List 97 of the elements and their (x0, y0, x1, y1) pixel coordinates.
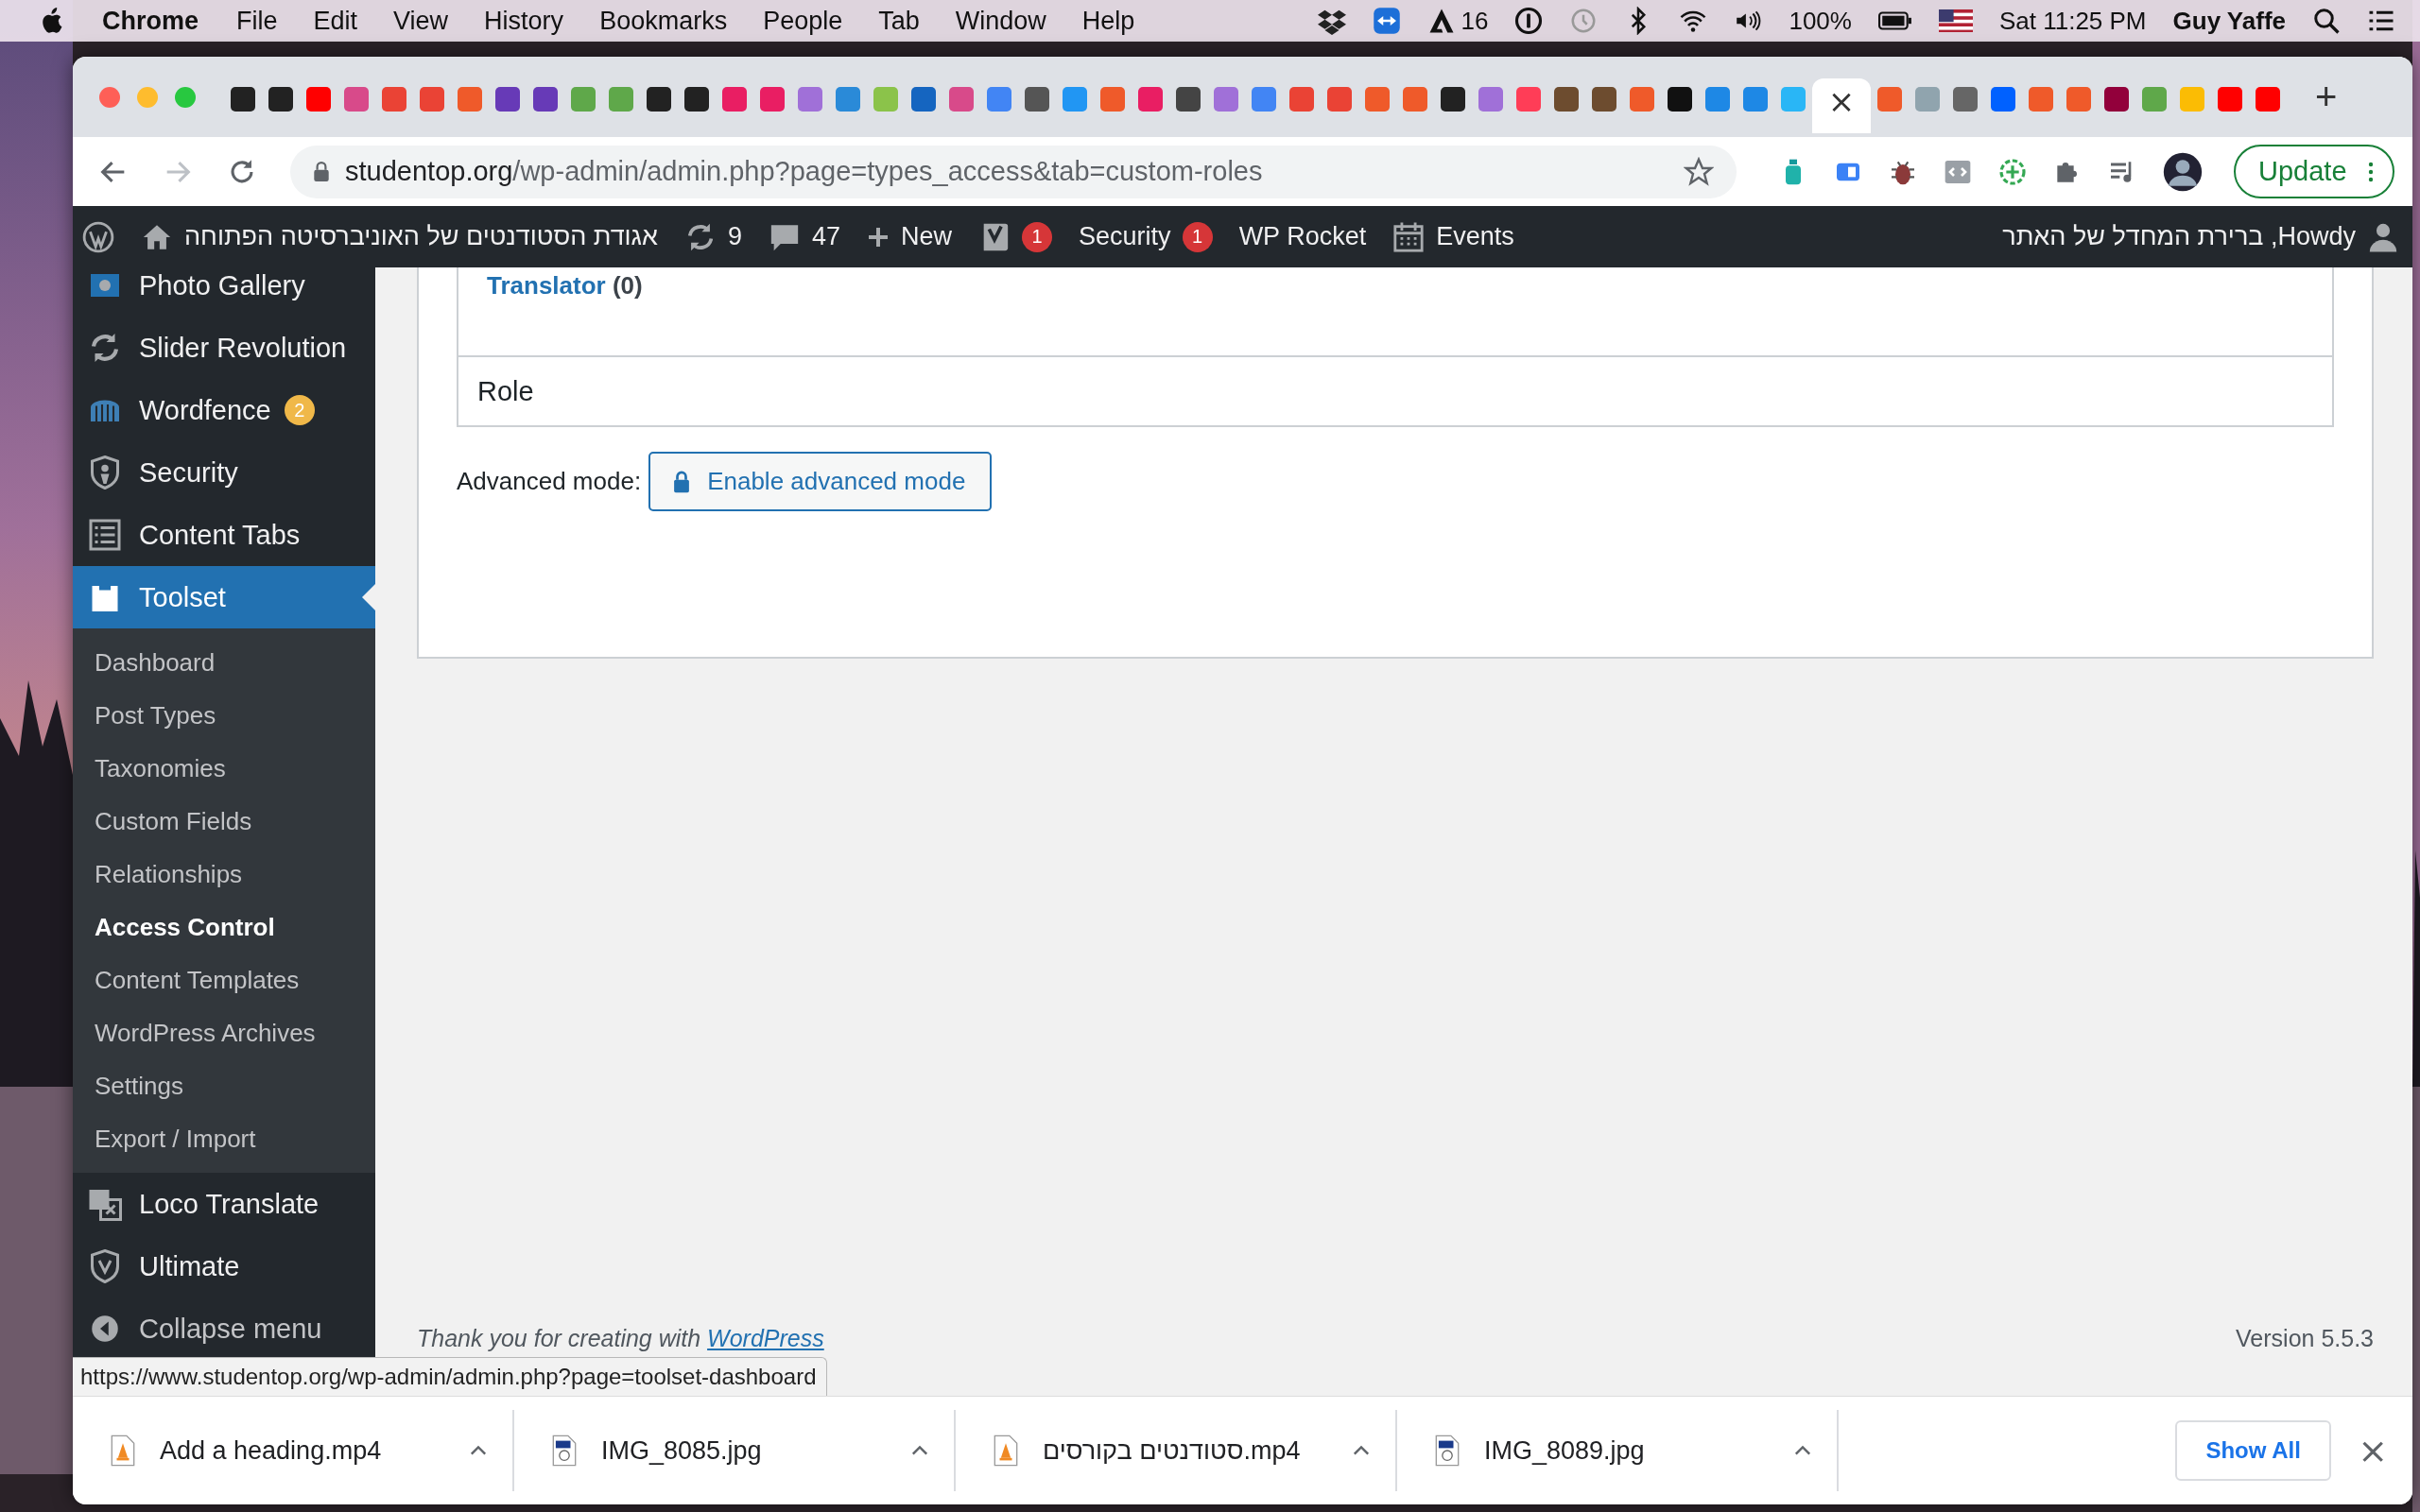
caret-icon[interactable] (1793, 1445, 1812, 1456)
flag-icon[interactable] (1938, 9, 1973, 32)
list-icon (88, 518, 122, 552)
download-filename: סטודנטים בקורסים.mp4 (1043, 1435, 1301, 1466)
site-name-link[interactable]: אגודת הסטודנטים של האוניברסיטה הפתוחה (184, 222, 658, 251)
menu-item[interactable]: History (484, 6, 564, 36)
role-link[interactable]: Translator (487, 271, 606, 300)
download-item[interactable]: IMG_8089.jpg (1397, 1410, 1839, 1491)
sidebar-item[interactable]: Security (73, 441, 375, 504)
download-filename: IMG_8089.jpg (1484, 1435, 1645, 1466)
sidebar-item[interactable]: Wordfence 2 (73, 379, 375, 441)
close-button[interactable]: × (2352, 1429, 2394, 1472)
footer-text: Thank you for creating with WordPress (417, 1325, 824, 1352)
show-all-button[interactable]: Show All (2175, 1420, 2332, 1481)
menu-item[interactable]: Edit (313, 6, 358, 36)
submenu-item[interactable]: Export / Import (73, 1112, 375, 1165)
wordpress-link[interactable]: WordPress (707, 1325, 824, 1351)
sidebar-item[interactable]: Toolset (73, 566, 375, 628)
security-link[interactable]: Security (1079, 222, 1171, 251)
download-filename: Add a heading.mp4 (160, 1435, 382, 1466)
submenu-item[interactable]: Taxonomies (73, 742, 375, 795)
clock[interactable]: Sat 11:25 PM (1998, 6, 2147, 36)
close-window-button[interactable] (99, 86, 120, 108)
submenu-item[interactable]: WordPress Archives (73, 1006, 375, 1059)
wp-rocket-link[interactable]: WP Rocket (1238, 222, 1367, 251)
adobe-count: 16 (1461, 6, 1489, 36)
lock-icon (673, 470, 691, 493)
wordpress-logo-icon[interactable] (82, 220, 114, 253)
app-menu[interactable]: Chrome (102, 6, 199, 36)
caret-icon[interactable] (469, 1445, 488, 1456)
keyhole-icon[interactable] (1514, 7, 1544, 35)
image-file-icon (1435, 1435, 1460, 1467)
submenu-item[interactable]: Access Control (73, 901, 375, 954)
notification-badge: 1 (1182, 221, 1213, 252)
close-tab-glyph[interactable]: × (1827, 81, 1856, 120)
menu-item[interactable]: People (763, 6, 843, 36)
sidebar-item[interactable]: Loco Translate (73, 1173, 375, 1235)
sidebar-item[interactable]: Photo Gallery (73, 267, 375, 317)
version-text: Version 5.5.3 (2236, 1325, 2374, 1352)
submenu-item[interactable]: Relationships (73, 848, 375, 901)
star-icon[interactable] (1684, 156, 1714, 187)
howdy-link[interactable]: Howdy, ברירת המחדל של האתר (2002, 222, 2356, 251)
table-header: Role (477, 375, 534, 407)
submenu-item[interactable]: Settings (73, 1059, 375, 1112)
new-link[interactable]: New (901, 222, 953, 251)
browser-tab[interactable]: × (1812, 77, 1871, 133)
user-name[interactable]: Guy Yaffe (2172, 6, 2286, 36)
update-button[interactable]: Update (2234, 145, 2394, 198)
download-item[interactable]: IMG_8085.jpg (514, 1410, 956, 1491)
updates-count[interactable]: 9 (728, 222, 742, 251)
events-link[interactable]: Events (1436, 222, 1514, 251)
calendar-icon[interactable] (1392, 220, 1426, 253)
arrows-square-icon[interactable] (1372, 7, 1401, 35)
comments-count[interactable]: 47 (812, 222, 841, 251)
submenu-item[interactable]: Dashboard (73, 636, 375, 689)
download-item[interactable]: סטודנטים בקורסים.mp4 (956, 1410, 1397, 1491)
apple-icon[interactable] (40, 8, 62, 34)
plus-circle-icon[interactable] (1997, 156, 2028, 187)
download-item[interactable]: Add a heading.mp4 (73, 1410, 514, 1491)
battery-percent: 100% (1789, 6, 1852, 36)
submenu-item[interactable]: Post Types (73, 689, 375, 742)
search-icon[interactable] (2312, 7, 2341, 35)
caret-icon[interactable] (910, 1445, 929, 1456)
address-field[interactable]: studentop.org/wp-admin/admin.php?page=types_access&tab=custom-roles (290, 145, 1737, 198)
menu-item[interactable]: Window (955, 6, 1046, 36)
submenu-item[interactable]: Custom Fields (73, 795, 375, 848)
menu-pointer-icon (362, 584, 375, 610)
image-file-icon (552, 1435, 577, 1467)
menu-item[interactable]: Bookmarks (599, 6, 728, 36)
new-tab-button[interactable]: + (2308, 76, 2345, 118)
collapse-icon[interactable] (91, 1314, 119, 1343)
lock-icon (313, 161, 330, 182)
submenu-item[interactable]: Content Templates (73, 954, 375, 1006)
role-count: (0) (612, 271, 643, 300)
menu-item[interactable]: View (393, 6, 449, 36)
status-url-tooltip: https://www.studentop.org/wp-admin/admin.php?page=toolset-dashboard (73, 1357, 827, 1396)
shield-icon (88, 1249, 122, 1283)
menu-item[interactable]: Help (1081, 6, 1135, 36)
shield-icon (88, 455, 122, 490)
menu-item[interactable]: Tab (878, 6, 920, 36)
download-filename: IMG_8085.jpg (601, 1435, 762, 1466)
advanced-mode-label: Advanced mode: (457, 467, 642, 496)
collapse-menu-button[interactable]: Collapse menu (73, 1297, 375, 1360)
plus-icon[interactable] (867, 225, 890, 249)
video-file-icon (994, 1435, 1018, 1467)
translate-icon (88, 1187, 122, 1221)
sidebar-item[interactable]: Content Tabs (73, 504, 375, 566)
notification-badge: 1 (1022, 221, 1053, 252)
battery-icon[interactable] (1877, 9, 1912, 32)
menu-item[interactable]: File (236, 6, 278, 36)
caret-icon[interactable] (1352, 1445, 1371, 1456)
sidebar-item[interactable]: Ultimate (73, 1235, 375, 1297)
avatar-icon[interactable] (2162, 150, 2204, 193)
more-icon[interactable] (2367, 160, 2374, 183)
sidebar-item[interactable]: Slider Revolution (73, 317, 375, 379)
video-file-icon (111, 1435, 135, 1467)
enable-advanced-mode-button[interactable]: Enable advanced mode (648, 452, 993, 511)
